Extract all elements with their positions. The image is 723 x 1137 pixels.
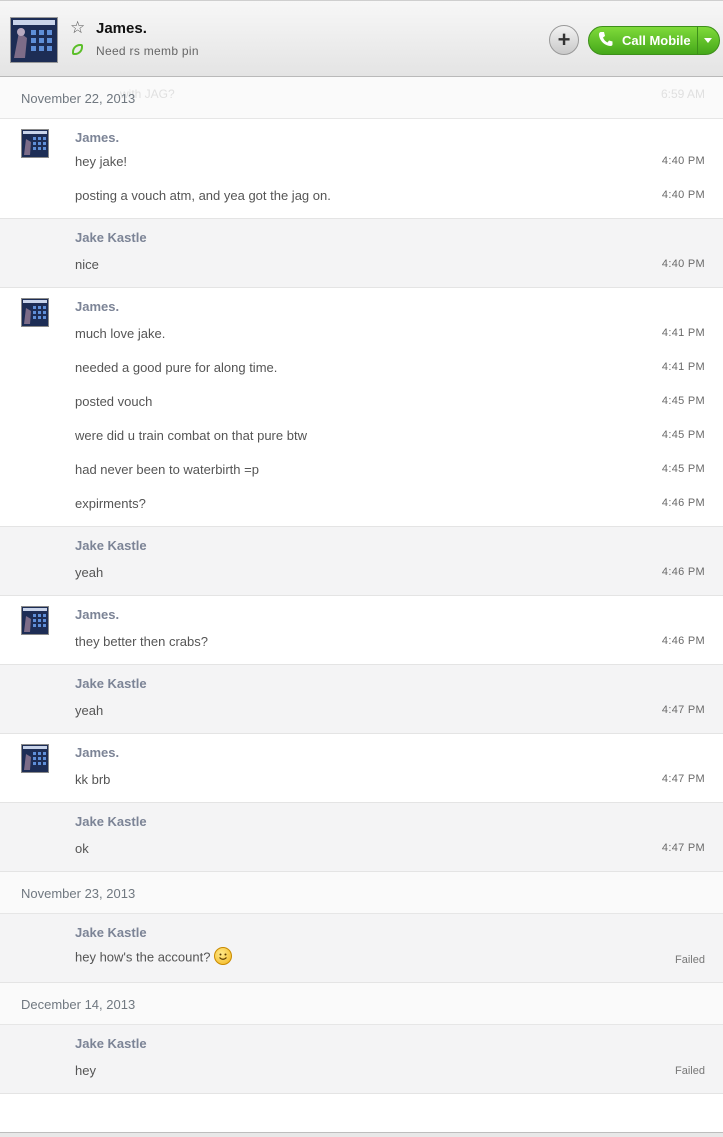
message-time: 4:41 PM bbox=[661, 327, 705, 339]
message-text: ok bbox=[75, 841, 89, 856]
message-text: hey how's the account? bbox=[75, 949, 211, 965]
message-group: James. much love jake. 4:41 PM needed a … bbox=[0, 288, 723, 527]
sender-name: Jake Kastle bbox=[75, 538, 147, 553]
sender-name: Jake Kastle bbox=[75, 925, 147, 940]
message-group: James. kk brb 4:47 PM bbox=[0, 734, 723, 803]
message-group: James. hey jake! 4:40 PM posting a vouch… bbox=[0, 119, 723, 219]
contact-avatar[interactable] bbox=[10, 17, 58, 63]
message-text: yeah bbox=[75, 703, 104, 718]
message-time: 4:45 PM bbox=[661, 463, 705, 475]
call-mobile-button[interactable]: Call Mobile bbox=[588, 26, 720, 55]
message-group: James. they better then crabs? 4:46 PM bbox=[0, 596, 723, 665]
message-time: 4:46 PM bbox=[661, 497, 705, 509]
message-text: posting a vouch atm, and yea got the jag… bbox=[75, 188, 331, 203]
sender-name: Jake Kastle bbox=[75, 230, 147, 245]
sender-name: Jake Kastle bbox=[75, 1036, 147, 1051]
scrolled-message-time: 6:59 AM bbox=[660, 87, 705, 101]
favorite-star-icon[interactable]: ☆ bbox=[70, 18, 85, 38]
message-time: 4:45 PM bbox=[661, 395, 705, 407]
sender-name: James. bbox=[75, 130, 120, 145]
mood-leaf-icon bbox=[72, 44, 83, 55]
message-group: Jake Kastle hey how's the account? Faile… bbox=[0, 914, 723, 983]
message-input-edge[interactable] bbox=[0, 1132, 723, 1137]
sender-name: Jake Kastle bbox=[75, 676, 147, 691]
message-group: Jake Kastle hey Failed bbox=[0, 1025, 723, 1094]
add-people-button[interactable]: + bbox=[549, 25, 579, 55]
message-text: had never been to waterbirth =p bbox=[75, 462, 259, 477]
sender-name: James. bbox=[75, 745, 120, 760]
sender-name: James. bbox=[75, 299, 120, 314]
message-group: Jake Kastle ok 4:47 PM bbox=[0, 803, 723, 872]
message-text: nice bbox=[75, 257, 99, 272]
sender-avatar[interactable] bbox=[21, 298, 49, 327]
date-divider: ...with JAG? 6:59 AM November 22, 2013 bbox=[0, 77, 723, 119]
message-time: 4:41 PM bbox=[661, 361, 705, 373]
message-time: 4:45 PM bbox=[661, 429, 705, 441]
sender-avatar[interactable] bbox=[21, 129, 49, 158]
phone-icon bbox=[598, 31, 613, 51]
message-status-failed: Failed bbox=[675, 954, 705, 966]
contact-name: James. bbox=[96, 20, 147, 37]
message-text: hey jake! bbox=[75, 154, 128, 169]
message-text: yeah bbox=[75, 565, 104, 580]
message-text-row: hey how's the account? bbox=[75, 947, 233, 967]
message-text: much love jake. bbox=[75, 326, 166, 341]
date-label: December 14, 2013 bbox=[21, 997, 136, 1012]
mood-message: Need rs memb pin bbox=[96, 44, 199, 58]
message-time: 4:47 PM bbox=[661, 842, 705, 854]
message-time: 4:47 PM bbox=[661, 773, 705, 785]
message-time: 4:47 PM bbox=[661, 704, 705, 716]
sender-avatar[interactable] bbox=[21, 606, 49, 635]
message-time: 4:46 PM bbox=[661, 635, 705, 647]
message-text: were did u train combat on that pure btw bbox=[75, 428, 307, 443]
message-time: 4:40 PM bbox=[661, 189, 705, 201]
smiley-icon bbox=[214, 947, 233, 965]
message-text: posted vouch bbox=[75, 394, 153, 409]
chevron-down-icon[interactable] bbox=[704, 38, 712, 43]
date-label: November 23, 2013 bbox=[21, 886, 136, 901]
message-text: expirments? bbox=[75, 496, 146, 511]
call-button-divider bbox=[697, 27, 698, 54]
message-status-failed: Failed bbox=[675, 1065, 705, 1077]
message-time: 4:40 PM bbox=[661, 155, 705, 167]
message-group: Jake Kastle yeah 4:47 PM bbox=[0, 665, 723, 734]
chat-header: ☆ James. Need rs memb pin + Call Mobile bbox=[0, 0, 723, 77]
message-text: needed a good pure for along time. bbox=[75, 360, 278, 375]
call-mobile-label: Call Mobile bbox=[622, 33, 691, 48]
sender-name: Jake Kastle bbox=[75, 814, 147, 829]
date-divider: December 14, 2013 bbox=[0, 983, 723, 1025]
sender-avatar[interactable] bbox=[21, 744, 49, 773]
message-group: Jake Kastle yeah 4:46 PM bbox=[0, 527, 723, 596]
date-label: November 22, 2013 bbox=[21, 91, 136, 106]
message-text: kk brb bbox=[75, 772, 111, 787]
message-text: they better then crabs? bbox=[75, 634, 208, 649]
message-text: hey bbox=[75, 1063, 96, 1078]
date-divider: November 23, 2013 bbox=[0, 872, 723, 914]
sender-name: James. bbox=[75, 607, 120, 622]
message-time: 4:40 PM bbox=[661, 258, 705, 270]
message-time: 4:46 PM bbox=[661, 566, 705, 578]
message-group: Jake Kastle nice 4:40 PM bbox=[0, 219, 723, 288]
